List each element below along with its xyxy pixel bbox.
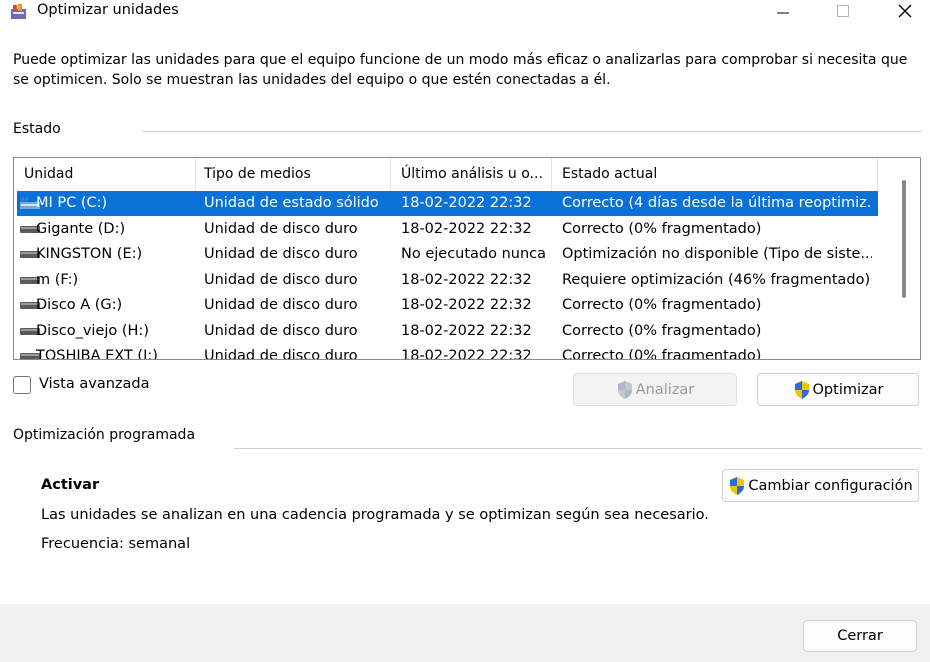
cell-media: Unidad de disco duro <box>204 246 358 262</box>
close-icon <box>898 4 912 18</box>
cell-last: 18-02-2022 22:32 <box>401 322 532 339</box>
window-title: Optimizar unidades <box>37 2 179 18</box>
cell-unit: m (F:) <box>36 271 79 288</box>
scheduled-divider <box>234 448 922 449</box>
cell-last: 18-02-2022 22:32 <box>401 348 532 360</box>
cell-unit: Disco A (G:) <box>36 297 123 313</box>
cell-unit: TOSHIBA EXT (I:) <box>36 348 158 360</box>
table-row[interactable]: m (F:) Unidad de disco duro 18-02-2022 22:… <box>17 268 878 293</box>
maximize-button[interactable] <box>820 0 866 22</box>
scheduled-section-label: Optimización programada <box>13 427 196 443</box>
cell-last: 18-02-2022 22:32 <box>401 195 532 211</box>
advanced-view-checkbox[interactable] <box>13 376 31 394</box>
cell-status: Correcto (0% fragmentado) <box>562 220 762 237</box>
change-settings-label: Cambiar configuración <box>748 477 913 494</box>
analyze-button[interactable]: Analizar <box>573 373 737 406</box>
description-text: Puede optimizar las unidades para que el… <box>13 52 908 88</box>
cell-last: 18-02-2022 22:32 <box>401 271 532 288</box>
column-header-last-run[interactable]: Último análisis u o... <box>391 158 552 191</box>
scheduled-frequency: Frecuencia: semanal <box>41 536 191 552</box>
cell-status: Correcto (0% fragmentado) <box>562 297 762 313</box>
title-bar: Optimizar unidades <box>0 0 930 22</box>
table-row[interactable]: Disco_viejo (H:) Unidad de disco duro 18-0… <box>17 319 878 344</box>
cell-status: Correcto (0% fragmentado) <box>562 348 762 360</box>
defrag-app-icon <box>11 4 26 19</box>
optimize-label: Optimizar <box>812 381 884 398</box>
cell-unit: MI PC (C:) <box>36 195 108 211</box>
maximize-icon <box>837 5 849 17</box>
cell-status: Optimización no disponible (Tipo de sist… <box>562 246 872 262</box>
close-button[interactable]: Cerrar <box>803 620 917 652</box>
cell-status: Requiere optimización (46% fragmentado) <box>562 271 871 288</box>
vertical-scrollbar[interactable] <box>902 180 906 298</box>
advanced-view-label: Vista avanzada <box>39 376 150 392</box>
cell-status: Correcto (4 días desde la última reoptim… <box>562 195 872 211</box>
cell-media: Unidad de disco duro <box>204 348 358 360</box>
cell-media: Unidad de disco duro <box>204 271 358 288</box>
drives-list[interactable]: Unidad Tipo de medios Último análisis u … <box>13 157 921 360</box>
table-row[interactable]: Disco A (G:) Unidad de disco duro 18-02-20… <box>17 293 878 318</box>
column-header-media[interactable]: Tipo de medios <box>194 158 391 191</box>
cell-media: Unidad de disco duro <box>204 322 358 339</box>
column-header-status[interactable]: Estado actual <box>552 158 878 191</box>
scheduled-status-title: Activar <box>41 477 100 493</box>
column-header-unit[interactable]: Unidad <box>14 158 196 191</box>
optimize-button[interactable]: Optimizar <box>757 373 919 406</box>
status-divider <box>142 131 922 132</box>
cell-unit: Disco_viejo (H:) <box>36 322 149 339</box>
cell-unit: Gigante (D:) <box>36 220 126 237</box>
cell-media: Unidad de disco duro <box>204 297 358 313</box>
table-row[interactable]: MI PC (C:) Unidad de estado sólido 18-02-2… <box>17 191 878 216</box>
shield-icon <box>794 380 809 399</box>
dialog-footer: Cerrar <box>0 604 930 662</box>
cell-last: 18-02-2022 22:32 <box>401 220 532 237</box>
cell-media: Unidad de disco duro <box>204 220 358 237</box>
status-section-label: Estado <box>13 121 61 137</box>
cell-last: 18-02-2022 22:32 <box>401 297 532 313</box>
close-window-button[interactable] <box>882 0 928 22</box>
shield-icon <box>730 476 745 495</box>
table-row[interactable]: KINGSTON (E:) Unidad de disco duro No ejec… <box>17 242 878 267</box>
minimize-button[interactable] <box>760 0 806 22</box>
close-label: Cerrar <box>837 628 883 644</box>
analyze-label: Analizar <box>635 381 695 398</box>
drives-list-header: Unidad Tipo de medios Último análisis u … <box>14 158 878 191</box>
minimize-icon <box>777 12 789 14</box>
table-row[interactable]: TOSHIBA EXT (I:) Unidad de disco duro 18-0… <box>17 344 878 360</box>
cell-media: Unidad de estado sólido <box>204 195 379 211</box>
table-row[interactable]: Gigante (D:) Unidad de disco duro 18-02-20… <box>17 217 878 242</box>
cell-unit: KINGSTON (E:) <box>36 246 143 262</box>
cell-status: Correcto (0% fragmentado) <box>562 322 762 339</box>
scheduled-description: Las unidades se analizan en una cadencia… <box>41 507 709 523</box>
shield-icon <box>617 380 632 399</box>
cell-last: No ejecutado nunca <box>401 246 547 262</box>
change-settings-button[interactable]: Cambiar configuración <box>722 469 919 502</box>
